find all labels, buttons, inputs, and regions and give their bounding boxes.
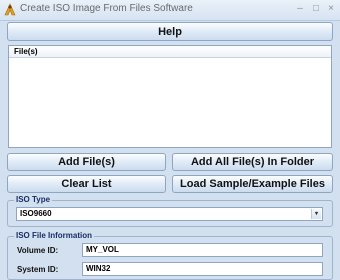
clear-list-button-label: Clear List xyxy=(61,178,112,190)
add-all-files-in-folder-button-label: Add All File(s) In Folder xyxy=(190,156,315,168)
app-icon xyxy=(4,3,16,16)
volume-id-value: MY_VOL xyxy=(86,245,119,254)
title-bar[interactable]: Create ISO Image From Files Software – □… xyxy=(0,0,340,21)
file-list-header[interactable]: File(s) xyxy=(9,46,331,58)
system-id-label: System ID: xyxy=(17,265,59,274)
add-files-button-label: Add File(s) xyxy=(58,156,115,168)
volume-id-field[interactable]: MY_VOL xyxy=(82,243,323,257)
close-icon[interactable]: × xyxy=(325,3,337,15)
help-button-label: Help xyxy=(158,25,182,38)
add-all-files-in-folder-button[interactable]: Add All File(s) In Folder xyxy=(172,153,333,171)
help-button[interactable]: Help xyxy=(7,22,333,41)
minimize-icon[interactable]: – xyxy=(294,3,306,15)
file-list[interactable]: File(s) xyxy=(8,45,332,148)
system-id-value: WIN32 xyxy=(86,264,111,273)
file-list-header-label: File(s) xyxy=(14,47,38,56)
iso-type-selected-value: ISO9660 xyxy=(20,209,52,218)
dropdown-arrow-icon[interactable]: ▾ xyxy=(311,209,321,219)
load-sample-files-button[interactable]: Load Sample/Example Files xyxy=(172,175,333,193)
volume-id-label: Volume ID: xyxy=(17,246,59,255)
add-files-button[interactable]: Add File(s) xyxy=(7,153,166,171)
iso-type-legend: ISO Type xyxy=(14,195,53,204)
maximize-icon[interactable]: □ xyxy=(310,3,322,15)
iso-file-info-legend: ISO File Information xyxy=(14,231,95,240)
window-title: Create ISO Image From Files Software xyxy=(20,3,193,14)
load-sample-files-button-label: Load Sample/Example Files xyxy=(180,178,325,190)
app-window: Create ISO Image From Files Software – □… xyxy=(0,0,340,280)
clear-list-button[interactable]: Clear List xyxy=(7,175,166,193)
system-id-field[interactable]: WIN32 xyxy=(82,262,323,276)
iso-type-select[interactable]: ISO9660 ▾ xyxy=(16,207,323,221)
